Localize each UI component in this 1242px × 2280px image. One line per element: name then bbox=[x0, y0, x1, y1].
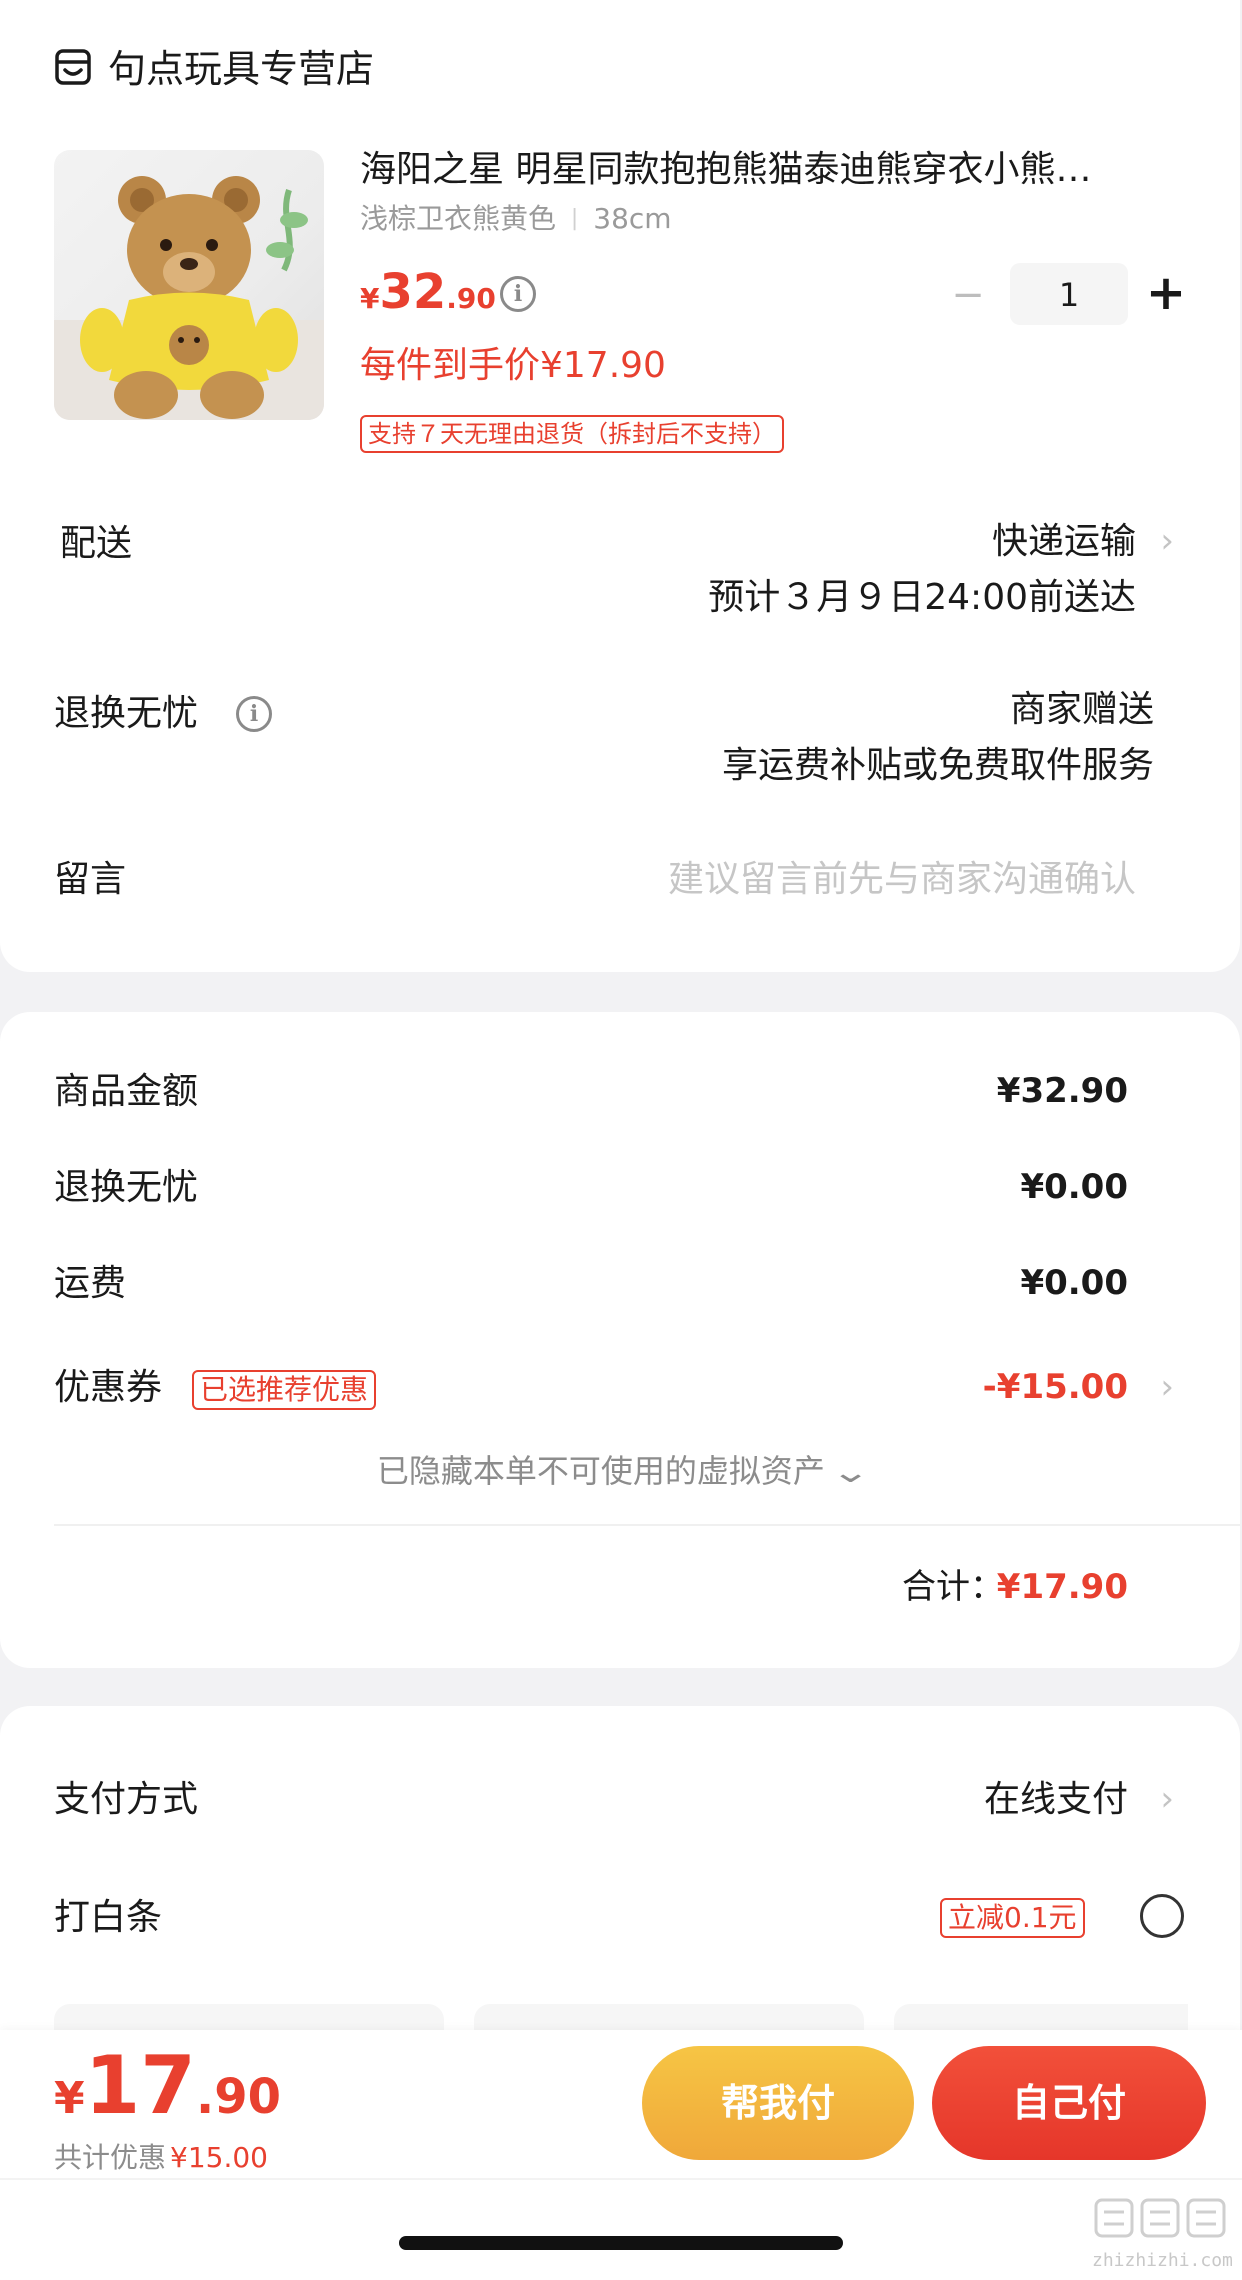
spec-color: 浅棕卫衣熊黄色 bbox=[360, 202, 557, 235]
worry-free-line1: 商家赠送 bbox=[1009, 689, 1154, 730]
quantity-minus-button[interactable]: − bbox=[940, 275, 996, 315]
price-integer: 32 bbox=[379, 264, 447, 320]
baitiao-label: 打白条 bbox=[54, 1897, 163, 1938]
baitiao-discount-tag: 立减0.1元 bbox=[940, 1898, 1085, 1938]
worry-fee-label: 退换无忧 bbox=[54, 1167, 199, 1208]
bottom-price-symbol: ¥ bbox=[54, 2073, 85, 2124]
order-card: 句点玩具专营店 海阳之星 明星同款抱抱熊猫泰迪熊穿衣小熊… 浅棕卫衣熊黄色 | … bbox=[0, 0, 1240, 972]
bottom-discount: 共计优惠 ¥15.00 bbox=[54, 2144, 268, 2172]
payment-method-value: 在线支付 bbox=[983, 1779, 1128, 1820]
unit-price: 每件到手价¥17.90 bbox=[360, 345, 666, 386]
goods-amount-value: ¥32.90 bbox=[996, 1071, 1128, 1111]
store-header[interactable]: 句点玩具专营店 bbox=[52, 40, 652, 96]
store-icon bbox=[55, 49, 91, 85]
coupon-row[interactable]: 优惠券 已选推荐优惠 -¥15.00 › bbox=[0, 1352, 1240, 1432]
worry-fee-value: ¥0.00 bbox=[1020, 1167, 1128, 1207]
worry-free-label: 退换无忧 bbox=[54, 693, 199, 734]
bottom-total-price: ¥17.90 bbox=[54, 2046, 281, 2126]
price-info-icon[interactable]: i bbox=[500, 276, 536, 312]
delivery-label: 配送 bbox=[60, 523, 133, 564]
worry-free-line2: 享运费补贴或免费取件服务 bbox=[721, 745, 1154, 786]
price-symbol: ¥ bbox=[360, 282, 380, 315]
product-price: ¥32.90 bbox=[360, 268, 496, 316]
delivery-method: 快递运输 bbox=[991, 521, 1136, 562]
shipping-value: ¥0.00 bbox=[1020, 1263, 1128, 1303]
checkout-bar: ¥17.90 共计优惠 ¥15.00 帮我付 自己付 bbox=[0, 2030, 1242, 2280]
quantity-box[interactable]: 1 bbox=[1010, 263, 1128, 325]
price-decimal: .90 bbox=[446, 282, 496, 315]
spec-size: 38cm bbox=[593, 202, 672, 235]
watermark-logo bbox=[1094, 2198, 1226, 2238]
hidden-assets-toggle[interactable]: 已隐藏本单不可使用的虚拟资产 ⌄ bbox=[0, 1446, 1240, 1502]
baitiao-row[interactable]: 打白条 立减0.1元 bbox=[0, 1886, 1240, 1956]
message-input[interactable]: 建议留言前先与商家沟通确认 bbox=[668, 862, 1136, 898]
chevron-right-icon: › bbox=[1160, 1779, 1174, 1819]
product-title[interactable]: 海阳之星 明星同款抱抱熊猫泰迪熊穿衣小熊… bbox=[360, 152, 1091, 188]
amount-summary-card: 商品金额 ¥32.90 退换无忧 ¥0.00 运费 ¥0.00 优惠券 已选推荐… bbox=[0, 1012, 1240, 1668]
delivery-eta: 预计３月９日24:00前送达 bbox=[708, 577, 1136, 618]
bottom-price-decimal: .90 bbox=[195, 2069, 281, 2125]
store-name: 句点玩具专营店 bbox=[108, 47, 375, 91]
delivery-row[interactable]: 快递运输 › 预计３月９日24:00前送达 bbox=[640, 518, 1180, 628]
teddy-bear-picture bbox=[54, 176, 324, 420]
bottom-discount-label: 共计优惠 bbox=[54, 2141, 167, 2174]
chevron-right-icon: › bbox=[1160, 521, 1174, 561]
bottom-discount-value: ¥15.00 bbox=[170, 2141, 268, 2174]
bottom-price-integer: 17 bbox=[84, 2039, 196, 2132]
coupon-value: -¥15.00 bbox=[982, 1367, 1128, 1407]
bottom-divider bbox=[0, 2178, 1242, 2180]
summary-divider bbox=[54, 1524, 1240, 1526]
total-label: 合计： bbox=[902, 1567, 1004, 1607]
quantity-plus-button[interactable]: + bbox=[1140, 269, 1192, 317]
worry-free-info-icon[interactable]: i bbox=[236, 696, 272, 732]
coupon-tag: 已选推荐优惠 bbox=[192, 1370, 377, 1410]
payment-method-label: 支付方式 bbox=[54, 1779, 199, 1820]
home-indicator bbox=[399, 2236, 843, 2250]
baitiao-radio[interactable] bbox=[1140, 1894, 1184, 1938]
chevron-down-icon: ⌄ bbox=[830, 1455, 871, 1490]
watermark-text: zhizhizhi.com bbox=[1092, 2250, 1233, 2271]
hidden-assets-text: 已隐藏本单不可使用的虚拟资产 bbox=[376, 1452, 825, 1490]
total-value: ¥17.90 bbox=[996, 1567, 1128, 1607]
self-pay-button[interactable]: 自己付 bbox=[932, 2046, 1206, 2160]
return-policy-badge: 支持７天无理由退货（拆封后不支持） bbox=[360, 415, 784, 453]
product-image[interactable] bbox=[54, 150, 324, 420]
payment-method-row[interactable]: 支付方式 在线支付 › bbox=[0, 1768, 1240, 1838]
chevron-right-icon: › bbox=[1160, 1367, 1174, 1407]
goods-amount-label: 商品金额 bbox=[54, 1071, 199, 1112]
quantity-value: 1 bbox=[1058, 276, 1080, 314]
help-pay-button[interactable]: 帮我付 bbox=[642, 2046, 914, 2160]
product-spec[interactable]: 浅棕卫衣熊黄色 | 38cm bbox=[360, 205, 672, 233]
spec-divider: | bbox=[570, 206, 579, 231]
message-label: 留言 bbox=[54, 859, 127, 900]
coupon-label: 优惠券 bbox=[54, 1367, 163, 1408]
quantity-stepper: − 1 + bbox=[940, 263, 1190, 327]
shipping-label: 运费 bbox=[54, 1263, 127, 1304]
